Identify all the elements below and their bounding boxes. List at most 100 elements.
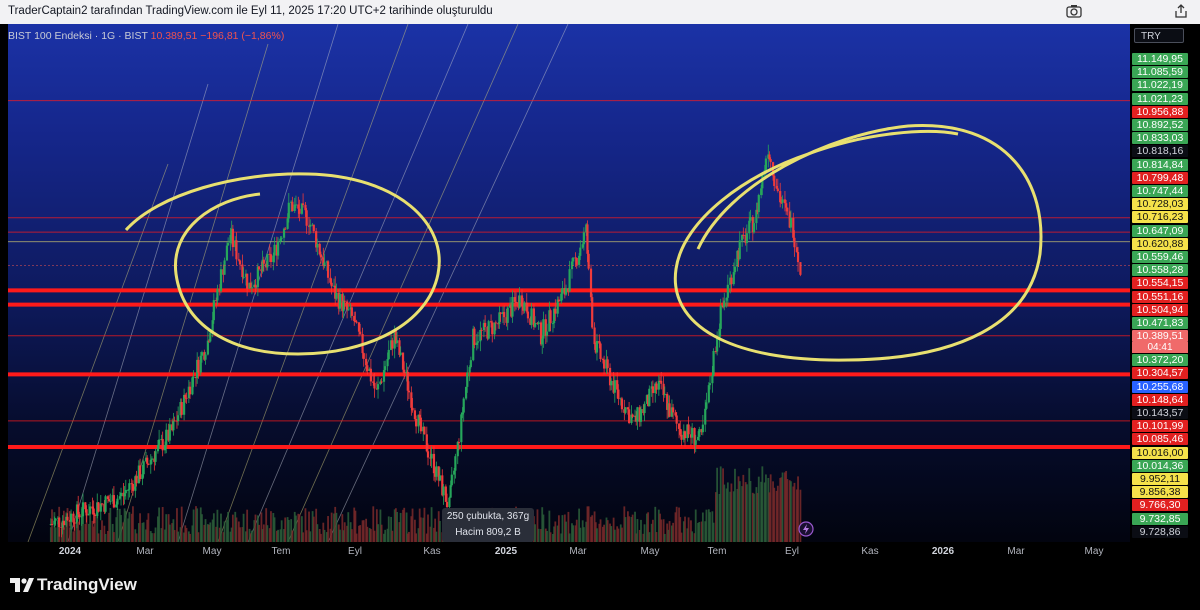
candle-body	[273, 244, 276, 256]
volume-bar	[730, 483, 733, 542]
candle-body	[494, 322, 497, 324]
candle-body	[182, 394, 186, 415]
price-axis-label: 10.554,15	[1132, 277, 1188, 290]
volume-bar	[173, 530, 176, 542]
candle-body	[212, 300, 215, 321]
candle-body	[185, 397, 188, 399]
price-axis-label: 10.747,44	[1132, 185, 1188, 197]
volume-bar	[377, 524, 379, 542]
time-axis-label: Eyl	[785, 546, 799, 557]
price-axis-label: 10.471,83	[1132, 317, 1188, 329]
candle-body	[128, 483, 131, 490]
price-axis-label: 10.799,48	[1132, 171, 1188, 184]
candle-body	[419, 417, 422, 432]
volume-bar	[587, 506, 590, 542]
candle-body	[453, 470, 456, 475]
volume-bar	[201, 514, 203, 542]
candle-body	[369, 368, 372, 382]
volume-bar	[534, 524, 536, 542]
share-icon[interactable]	[1174, 4, 1188, 23]
candle-body	[127, 489, 130, 491]
candle-body	[106, 496, 110, 500]
camera-icon[interactable]	[1066, 4, 1082, 23]
volume-bar	[316, 524, 319, 542]
candle-body	[568, 269, 571, 292]
candle-body	[792, 217, 795, 238]
volume-bar	[347, 512, 350, 542]
candle-body	[716, 338, 719, 352]
candle-body	[668, 403, 671, 417]
candle-body	[499, 312, 502, 315]
volume-bar	[546, 530, 548, 542]
candle-body	[648, 388, 651, 407]
candle-body	[165, 429, 168, 446]
volume-bar	[723, 484, 726, 542]
candle-body	[269, 254, 273, 263]
candle-body	[197, 359, 200, 373]
candle-body	[454, 456, 457, 471]
candle-body	[312, 224, 315, 232]
time-axis-label: Kas	[861, 546, 879, 557]
candle-body	[698, 429, 701, 437]
candle-body	[691, 428, 694, 438]
candle-body	[345, 301, 349, 310]
candle-body	[560, 293, 563, 302]
volume-bar	[749, 480, 752, 542]
candle-body	[491, 322, 494, 335]
volume-bar	[212, 513, 215, 542]
candle-body	[161, 438, 164, 451]
candle-body	[660, 380, 663, 384]
footer	[0, 564, 1200, 610]
candle-body	[672, 407, 675, 413]
candle-body	[142, 461, 145, 475]
candle-body	[708, 383, 712, 386]
candle-body	[237, 259, 240, 261]
candle-body	[586, 224, 589, 254]
price-axis-label: 10.559,46	[1132, 251, 1188, 263]
price-axis-label: 9.766,30	[1132, 499, 1188, 512]
candle-body	[309, 224, 312, 227]
time-axis-label: Eyl	[348, 546, 362, 557]
volume-bar	[628, 516, 630, 542]
volume-bar	[719, 466, 722, 542]
candle-body	[687, 424, 690, 435]
candle-body	[249, 282, 252, 289]
price-chart[interactable]	[8, 24, 1130, 542]
candle-body	[141, 474, 144, 480]
volume-bar	[643, 524, 646, 542]
candle-body	[718, 328, 721, 339]
candle-body	[116, 498, 119, 505]
volume-bar	[330, 512, 333, 542]
volume-bar	[280, 520, 283, 542]
volume-bar	[591, 515, 594, 542]
time-axis-label: 2024	[58, 546, 82, 557]
candle-body	[280, 237, 283, 239]
candle-body	[282, 228, 286, 238]
volume-bar	[204, 519, 207, 542]
candle-body	[525, 302, 528, 312]
candle-body	[53, 520, 56, 525]
price-axis-label: 10.504,94	[1132, 303, 1188, 316]
volume-bar	[168, 524, 171, 542]
candle-body	[216, 289, 219, 301]
lightning-icon[interactable]	[798, 521, 814, 542]
candle-body	[150, 458, 154, 460]
candle-body	[749, 217, 752, 221]
chart-plot-area[interactable]	[8, 24, 1130, 542]
volume-bar	[579, 527, 582, 542]
candle-body	[768, 154, 771, 160]
currency-selector[interactable]: TRY	[1134, 28, 1184, 43]
candle-body	[403, 369, 406, 374]
candle-body	[557, 299, 560, 302]
candle-body	[493, 322, 496, 335]
candle-body	[475, 342, 478, 346]
price-axis-label: 10.647,09	[1132, 224, 1188, 237]
symbol-legend[interactable]: BIST 100 Endeksi · 1G · BIST 10.389,51 −…	[8, 30, 284, 42]
candle-body	[131, 483, 135, 491]
candle-body	[448, 497, 451, 508]
candle-body	[469, 360, 472, 368]
candle-body	[781, 199, 784, 203]
volume-bar	[327, 516, 329, 542]
volume-bar	[135, 533, 138, 542]
snapshot-caption: TraderCaptain2 tarafından TradingView.co…	[8, 5, 493, 17]
